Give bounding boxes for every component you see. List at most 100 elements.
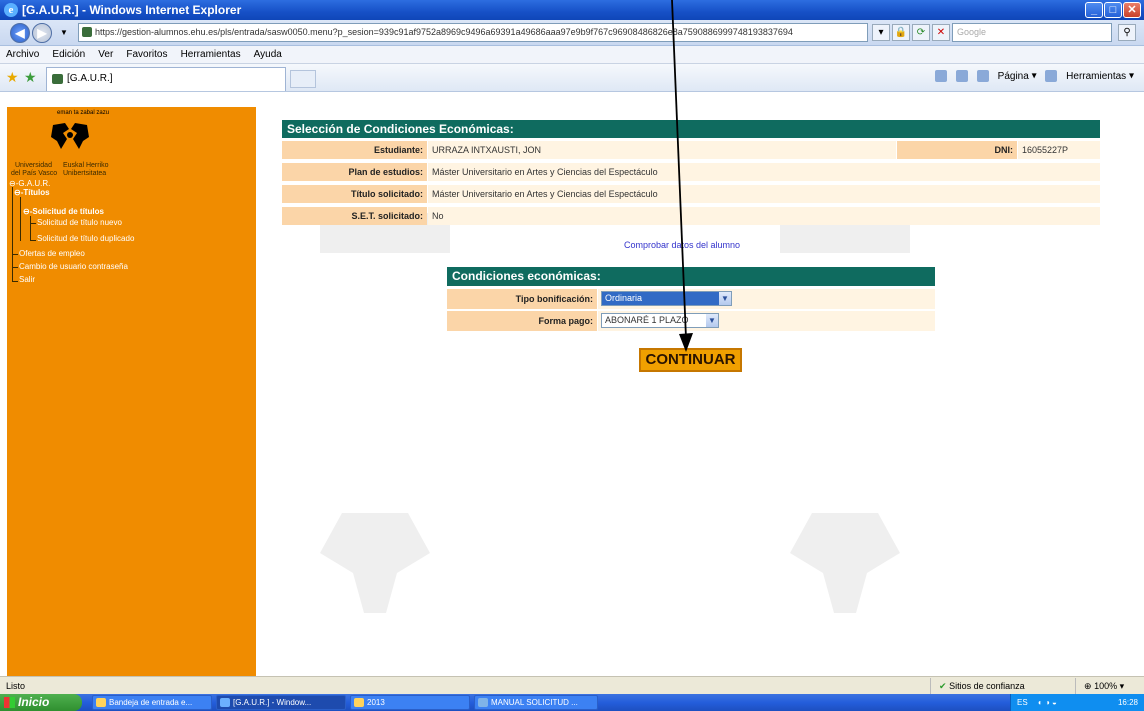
tree-item-cambio-usuario[interactable]: Cambio de usuario contraseña [19,262,128,271]
row-titulo: Título solicitado: Máster Universitario … [282,185,1100,203]
security-zone-label: Sitios de confianza [949,681,1025,691]
menu-archivo[interactable]: Archivo [6,46,39,64]
search-icon[interactable]: ⚲ [1118,24,1136,41]
taskbar-item-ie[interactable]: [G.A.U.R.] - Window... [216,695,346,710]
plan-value: Máster Universitario en Artes y Ciencias… [428,163,1100,181]
forma-pago-select[interactable]: ABONARÉ 1 PLAZO ▼ [601,313,719,328]
favorites-star-icon[interactable]: ★ [6,69,19,86]
tree-line [30,240,36,241]
start-button[interactable]: Inicio [0,694,82,711]
tab-favicon-icon [52,74,63,84]
chevron-down-icon[interactable]: ▼ [706,314,718,327]
watermark [320,513,430,613]
watermark [790,513,900,613]
tree-item-ofertas[interactable]: Ofertas de empleo [19,249,85,258]
tab-gaur[interactable]: [G.A.U.R.] [46,67,286,91]
tree-line [12,267,18,268]
tools-menu[interactable]: Herramientas [1066,71,1126,82]
check-icon: ✔ [939,681,947,691]
taskbar-item-manual[interactable]: MANUAL SOLICITUD ... [474,695,598,710]
menu-edicion[interactable]: Edición [52,46,85,64]
start-label: Inicio [18,695,50,709]
tree-item-titulo-duplicado[interactable]: Solicitud de título duplicado [37,234,134,243]
print-icon[interactable] [976,70,989,82]
comprobar-datos-link[interactable]: Comprobar datos del alumno [624,240,740,250]
tree-line [12,281,18,282]
tree-line [12,254,18,255]
site-favicon-icon [82,27,92,37]
estudiante-value: URRAZA INTXAUSTI, JON [428,141,896,159]
plan-label: Plan de estudios: [282,163,427,181]
new-tab-button[interactable] [290,70,316,88]
zoom-level: 100% [1094,681,1118,691]
refresh-icon[interactable]: ⟳ [912,24,930,41]
tab-bar: ★ ★ [G.A.U.R.] Página ▾ Herramientas ▾ [0,64,1144,92]
status-text: Listo [6,681,26,691]
estudiante-label: Estudiante: [282,141,427,159]
search-placeholder: Google [957,27,987,37]
taskbar-item-outlook[interactable]: Bandeja de entrada e... [92,695,212,710]
menu-bar: Archivo Edición Ver Favoritos Herramient… [0,46,1144,64]
search-input[interactable]: Google [952,23,1112,42]
zoom-control[interactable]: ⊕ 100% ▾ [1075,678,1124,694]
maximize-button[interactable]: □ [1104,2,1122,18]
condiciones-header: Condiciones económicas: [447,267,935,286]
minimize-button[interactable]: _ [1085,2,1103,18]
language-indicator[interactable]: ES [1017,698,1028,707]
zoom-icon: ⊕ [1084,681,1092,691]
titulo-value: Máster Universitario en Artes y Ciencias… [428,185,1100,203]
address-row: ◀ ▶ ▼ https://gestion-alumnos.ehu.es/pls… [0,20,1144,46]
menu-ayuda[interactable]: Ayuda [254,46,282,64]
page-menu[interactable]: Página [998,71,1029,82]
home-icon[interactable] [935,70,948,82]
folder-icon [354,698,364,707]
windows-flag-icon [4,697,15,708]
taskbar: Inicio Bandeja de entrada e... [G.A.U.R.… [0,694,1144,711]
uni-eu-line1: Euskal Herriko [63,162,109,169]
continuar-button[interactable]: CONTINUAR [639,348,742,372]
address-url: https://gestion-alumnos.ehu.es/pls/entra… [95,27,793,37]
taskbar-item-folder[interactable]: 2013 [350,695,470,710]
ie-command-bar: Página ▾ Herramientas ▾ [929,70,1134,82]
tree-item-titulo-nuevo[interactable]: Solicitud de título nuevo [37,218,122,227]
page-content: eman ta zabal zazu Universidad Euskal He… [0,93,1144,676]
status-bar: Listo ✔ Sitios de confianza ⊕ 100% ▾ [0,676,1144,694]
back-button[interactable]: ◀ [10,23,30,43]
form-header: Selección de Condiciones Económicas: [282,120,1100,138]
menu-favoritos[interactable]: Favoritos [126,46,167,64]
tree-item-salir[interactable]: Salir [19,275,35,284]
row-estudiante: Estudiante: URRAZA INTXAUSTI, JON DNI: 1… [282,141,1100,159]
tab-title: [G.A.U.R.] [67,73,113,84]
pago-label: Forma pago: [447,311,597,331]
stop-icon[interactable]: ✕ [932,24,950,41]
chevron-down-icon[interactable]: ▼ [719,292,731,305]
dni-label: DNI: [897,141,1017,159]
dni-value: 16055227P [1018,141,1100,159]
tree-item-gaur[interactable]: ⊖-G.A.U.R. [9,179,50,188]
window-titlebar: e [G.A.U.R.] - Windows Internet Explorer… [0,0,1144,20]
titulo-label: Título solicitado: [282,185,427,203]
tray-icons: ◐ ◑ ◒ [1037,698,1057,707]
menu-herramientas[interactable]: Herramientas [181,46,241,64]
set-value: No [428,207,1100,225]
tree-item-solicitud-titulos[interactable]: ⊖-Solicitud de títulos [23,207,104,216]
system-tray: ES ◐ ◑ ◒ 16:28 [1010,694,1144,711]
feeds-icon[interactable] [956,70,969,82]
lock-icon[interactable]: 🔒 [892,24,910,41]
tree-item-titulos[interactable]: ⊖-Títulos [14,188,50,197]
address-input[interactable]: https://gestion-alumnos.ehu.es/pls/entra… [78,23,868,42]
menu-ver[interactable]: Ver [98,46,113,64]
close-button[interactable]: ✕ [1123,2,1141,18]
set-label: S.E.T. solicitado: [282,207,427,225]
add-favorite-icon[interactable]: ★ [24,69,37,86]
history-dropdown-icon[interactable]: ▼ [60,28,68,37]
forward-button[interactable]: ▶ [32,23,52,43]
address-dropdown-icon[interactable]: ▾ [872,24,890,41]
uni-es-line2: del País Vasco [11,170,58,177]
tipo-bonificacion-value: Ordinaria [605,293,643,303]
row-set: S.E.T. solicitado: No [282,207,1100,225]
row-plan: Plan de estudios: Máster Universitario e… [282,163,1100,181]
logo-motto: eman ta zabal zazu [57,110,110,116]
uni-eu-line2: Unibertsitatea [63,170,107,177]
tipo-bonificacion-select[interactable]: Ordinaria ▼ [601,291,732,306]
